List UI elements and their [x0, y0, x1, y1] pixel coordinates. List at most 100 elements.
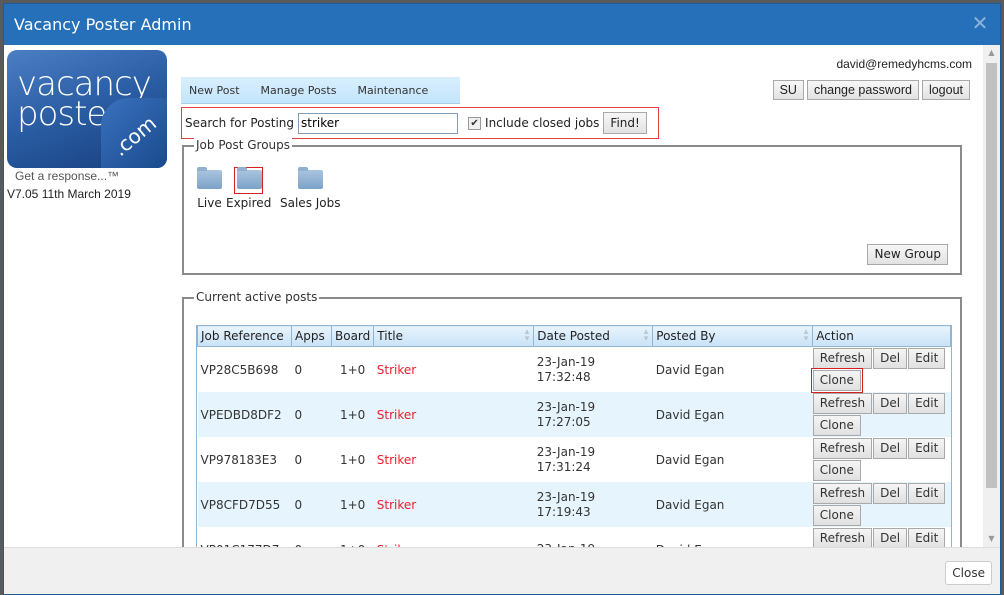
- apps-cell: 0: [294, 452, 303, 467]
- action-cell: RefreshDelEditClone: [812, 527, 951, 547]
- new-group-button[interactable]: New Group: [867, 244, 948, 265]
- table-row: VPEDBD8DF2 0 1+0 Striker 23-Jan-19 17:27:05 Da…: [197, 392, 951, 437]
- clone-button[interactable]: Clone: [812, 460, 861, 481]
- posted-by-cell: David Egan: [655, 452, 725, 467]
- delete-button[interactable]: Del: [873, 528, 908, 547]
- group-live[interactable]: Live: [194, 167, 225, 210]
- column-header-job-reference[interactable]: Job Reference: [197, 325, 292, 347]
- action-cell: RefreshDelEdit Clone: [810, 347, 951, 393]
- dialog-footer: Close: [4, 547, 1000, 594]
- scrollbar-thumb[interactable]: [986, 63, 997, 488]
- folder-icon: [237, 167, 263, 189]
- group-label: Live: [197, 196, 222, 210]
- title-cell[interactable]: Striker: [374, 527, 534, 548]
- column-header-posted-by[interactable]: Posted By ▴ ▾: [652, 325, 814, 347]
- version-label: V7.05 11th March 2019: [7, 187, 131, 201]
- refresh-button[interactable]: Refresh: [812, 483, 873, 504]
- sort-icon: ▴ ▾: [524, 327, 530, 344]
- date-posted-cell: 23-Jan-19: [534, 527, 653, 547]
- column-header-title[interactable]: Title ▴ ▾: [373, 325, 535, 347]
- logout-button[interactable]: logout: [921, 80, 970, 100]
- scroll-up-icon[interactable]: ▲: [983, 45, 1000, 61]
- clone-button[interactable]: Clone: [812, 505, 861, 526]
- admin-dialog: Vacancy Poster Admin ✕ vacancy poster .c…: [3, 3, 1001, 595]
- posted-by-cell: David Egan: [652, 392, 813, 437]
- clone-button[interactable]: Clone: [812, 370, 861, 391]
- include-closed-checkbox[interactable]: ✔: [468, 116, 482, 130]
- column-header-date-posted[interactable]: Date Posted ▴ ▾: [533, 325, 654, 347]
- title-cell[interactable]: Striker: [373, 392, 534, 437]
- title-cell[interactable]: Striker: [374, 437, 534, 482]
- delete-button[interactable]: Del: [873, 348, 908, 369]
- su-button[interactable]: SU: [772, 80, 804, 100]
- dialog-content: vacancy poster .com Get a response...™ V…: [4, 45, 984, 547]
- column-header-action: Action: [812, 325, 951, 347]
- close-button[interactable]: Close: [945, 561, 992, 585]
- date-posted-cell: 23-Jan-19 17:32:48: [536, 354, 596, 384]
- dialog-titlebar: Vacancy Poster Admin ✕: [4, 4, 1000, 45]
- delete-button[interactable]: Del: [873, 483, 908, 504]
- table-row: VP978183E3 0 1+0 Striker 23-Jan-19 17:31:24 Da…: [198, 437, 951, 482]
- date-posted-cell: 23-Jan-19 17:27:05: [533, 392, 653, 437]
- change-password-button[interactable]: change password: [806, 80, 919, 100]
- delete-button[interactable]: Del: [873, 438, 908, 459]
- table-row: VP8CFD7D55 0 1+0 Striker 23-Jan-19 17:19:43 Da…: [197, 482, 951, 527]
- search-input[interactable]: [298, 112, 459, 134]
- search-label: Search for Posting: [185, 116, 295, 130]
- refresh-button[interactable]: Refresh: [812, 393, 873, 414]
- folder-icon: [297, 167, 323, 189]
- board-cell: 1+0: [332, 527, 374, 548]
- posted-by-cell: David Egan: [652, 482, 813, 527]
- action-cell: RefreshDelEdit Clone: [812, 392, 951, 437]
- menu-item-manage-posts[interactable]: Manage Posts: [261, 84, 337, 97]
- current-active-posts-legend: Current active posts: [194, 290, 320, 304]
- main-menu: New Post Manage Posts Maintenance: [181, 77, 460, 104]
- vertical-scrollbar[interactable]: ▲ ▼: [983, 45, 1000, 547]
- menu-item-maintenance[interactable]: Maintenance: [357, 84, 428, 97]
- menu-item-new-post[interactable]: New Post: [189, 84, 240, 97]
- apps-cell: 0: [292, 527, 332, 548]
- title-cell[interactable]: Striker: [374, 347, 534, 393]
- refresh-button[interactable]: Refresh: [812, 348, 873, 369]
- scroll-down-icon[interactable]: ▼: [983, 531, 1000, 547]
- dialog-title: Vacancy Poster Admin: [14, 15, 192, 34]
- refresh-button[interactable]: Refresh: [812, 528, 873, 547]
- board-cell: 1+0: [339, 362, 366, 377]
- find-button[interactable]: Find!: [603, 112, 647, 134]
- posted-by-cell: David Egan: [653, 527, 813, 548]
- table-row: VP01C177D701+0Striker23-Jan-19David Egan…: [198, 527, 951, 547]
- column-header-board[interactable]: Board: [330, 325, 375, 347]
- logo-tagline: Get a response...™: [15, 169, 120, 183]
- refresh-button[interactable]: Refresh: [812, 438, 873, 459]
- job-reference-cell: VPEDBD8DF2: [197, 392, 292, 437]
- user-email: david@remedyhcms.com: [836, 57, 972, 71]
- edit-button[interactable]: Edit: [908, 348, 946, 369]
- board-cell: 1+0: [339, 452, 366, 467]
- search-bar: Search for Posting ✔ Include closed jobs…: [181, 107, 659, 139]
- edit-button[interactable]: Edit: [908, 528, 946, 547]
- delete-button[interactable]: Del: [873, 393, 908, 414]
- current-active-posts: Current active posts Job Reference Apps …: [182, 290, 962, 547]
- group-label: Expired: [226, 196, 272, 210]
- user-buttons: SU change password logout: [772, 80, 970, 100]
- edit-button[interactable]: Edit: [908, 438, 946, 459]
- column-header-apps[interactable]: Apps: [291, 325, 332, 347]
- title-cell[interactable]: Striker: [373, 482, 534, 527]
- edit-button[interactable]: Edit: [908, 483, 946, 504]
- table-row: VP28C5B698 0 1+0 Striker 23-Jan-19 17:32:48 Da…: [198, 347, 951, 393]
- clone-button[interactable]: Clone: [812, 415, 861, 436]
- board-cell: 1+0: [331, 482, 374, 527]
- job-reference-cell: VP8CFD7D55: [197, 482, 292, 527]
- group-sales-jobs[interactable]: Sales Jobs: [280, 167, 341, 210]
- job-reference-cell: VP28C5B698: [200, 362, 279, 377]
- folder-icon: [197, 167, 222, 189]
- posted-by-cell: David Egan: [655, 362, 725, 377]
- job-post-groups: Job Post Groups Live Expired Sales Jobs …: [182, 138, 962, 275]
- job-reference-cell: VP978183E3: [200, 452, 277, 467]
- date-posted-cell: 23-Jan-19 17:19:43: [533, 482, 653, 527]
- apps-cell: 0: [291, 482, 332, 527]
- edit-button[interactable]: Edit: [908, 393, 946, 414]
- group-expired[interactable]: Expired: [226, 167, 271, 210]
- apps-cell: 0: [291, 392, 332, 437]
- close-x-icon[interactable]: ✕: [970, 13, 990, 33]
